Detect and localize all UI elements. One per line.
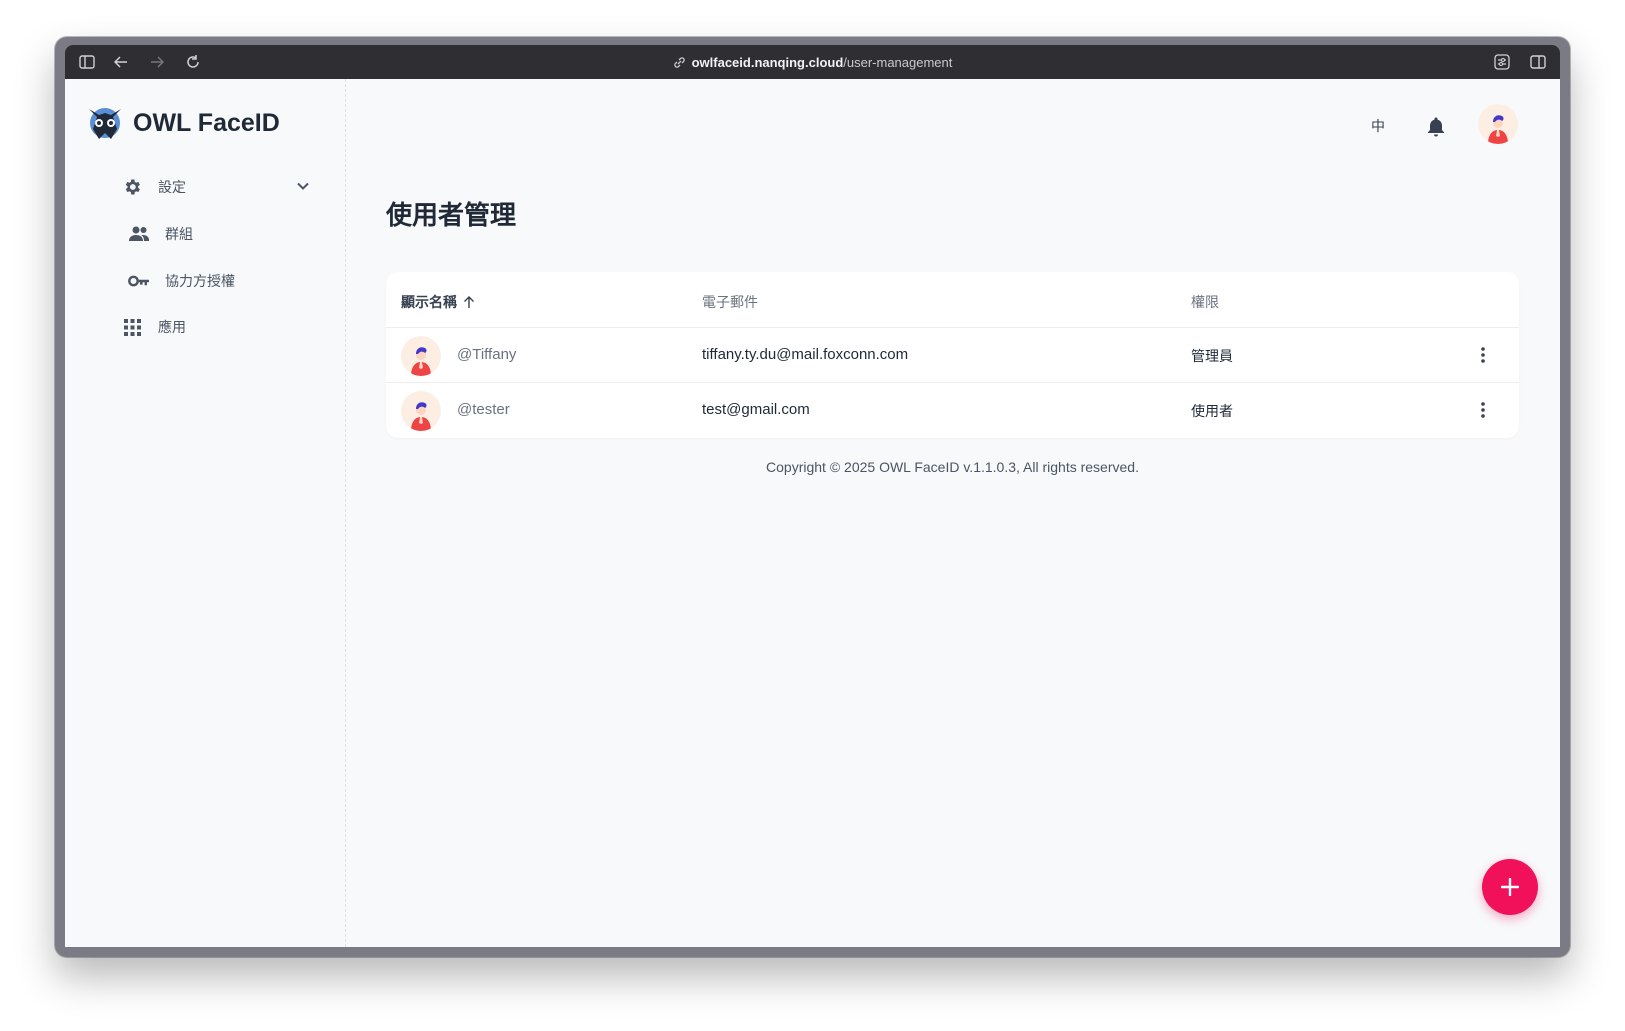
sidebar: OWL FaceID 設定 群組 協力方授權 應用 bbox=[65, 79, 346, 947]
arrow-up-icon[interactable] bbox=[463, 295, 475, 309]
sidebar-item-label: 應用 bbox=[158, 319, 186, 335]
language-switch-button[interactable]: 中 bbox=[1363, 111, 1393, 141]
page-title: 使用者管理 bbox=[386, 200, 517, 230]
browser-window: owlfaceid.nanqing.cloud/user-management … bbox=[55, 37, 1570, 957]
url-path: /user-management bbox=[843, 54, 953, 70]
brand[interactable]: OWL FaceID bbox=[85, 103, 280, 143]
brand-name: OWL FaceID bbox=[133, 108, 280, 137]
sidebar-item-label: 群組 bbox=[165, 226, 193, 242]
sidebar-item-label: 設定 bbox=[158, 179, 186, 195]
more-vert-icon[interactable] bbox=[1471, 342, 1495, 368]
table-row[interactable]: @Tiffany tiffany.ty.du@mail.foxconn.com … bbox=[386, 327, 1519, 383]
user-role: 使用者 bbox=[1191, 403, 1233, 419]
link-icon bbox=[673, 56, 685, 68]
sidebar-item-groups[interactable]: 群組 bbox=[127, 222, 193, 246]
user-display-name: @tester bbox=[457, 401, 510, 418]
grid-icon bbox=[120, 315, 144, 339]
user-avatar-icon bbox=[1488, 115, 1508, 144]
address-bar[interactable]: owlfaceid.nanqing.cloud/user-management bbox=[65, 45, 1560, 79]
column-header-permission[interactable]: 權限 bbox=[1191, 292, 1219, 312]
key-icon bbox=[127, 269, 151, 293]
sidebar-item-applications[interactable]: 應用 bbox=[120, 315, 186, 339]
sidebar-item-partner-authorization[interactable]: 協力方授權 bbox=[127, 269, 235, 293]
column-header-display-name[interactable]: 顯示名稱 bbox=[401, 292, 475, 312]
user-email: tiffany.ty.du@mail.foxconn.com bbox=[702, 346, 909, 363]
user-table: 顯示名稱 電子郵件 權限 @Tiffany tiffany.ty.du@mail… bbox=[386, 272, 1519, 438]
copyright-text: Copyright © 2025 OWL FaceID v.1.1.0.3, A… bbox=[766, 459, 1139, 475]
main-panel: 中 使用者管理 顯示名稱 電子郵件 權限 @Tiffany tiffany.ty… bbox=[346, 79, 1560, 947]
sidebar-item-label: 協力方授權 bbox=[165, 273, 235, 289]
table-row[interactable]: @tester test@gmail.com 使用者 bbox=[386, 382, 1519, 438]
more-vert-icon[interactable] bbox=[1471, 397, 1495, 423]
user-display-name: @Tiffany bbox=[457, 346, 517, 363]
owl-logo-icon bbox=[89, 108, 121, 139]
sidebar-item-settings[interactable]: 設定 bbox=[120, 175, 310, 199]
gear-icon bbox=[120, 175, 144, 199]
split-view-icon[interactable] bbox=[1524, 45, 1552, 79]
user-email: test@gmail.com bbox=[702, 401, 810, 418]
url-host: owlfaceid.nanqing.cloud bbox=[691, 54, 844, 70]
user-role: 管理員 bbox=[1191, 348, 1233, 364]
bell-icon[interactable] bbox=[1421, 111, 1451, 141]
extension-icon[interactable] bbox=[1488, 45, 1516, 79]
people-icon bbox=[127, 222, 151, 246]
plus-icon bbox=[1501, 878, 1519, 896]
column-header-email[interactable]: 電子郵件 bbox=[702, 292, 758, 312]
user-avatar bbox=[401, 391, 441, 431]
add-user-button[interactable] bbox=[1482, 859, 1538, 915]
page-content: OWL FaceID 設定 群組 協力方授權 應用 中 使用者管理 顯示名稱 電… bbox=[65, 79, 1560, 947]
browser-toolbar: owlfaceid.nanqing.cloud/user-management bbox=[65, 45, 1560, 79]
user-avatar bbox=[401, 336, 441, 376]
user-avatar-button[interactable] bbox=[1478, 104, 1518, 144]
chevron-down-icon[interactable] bbox=[296, 179, 310, 196]
